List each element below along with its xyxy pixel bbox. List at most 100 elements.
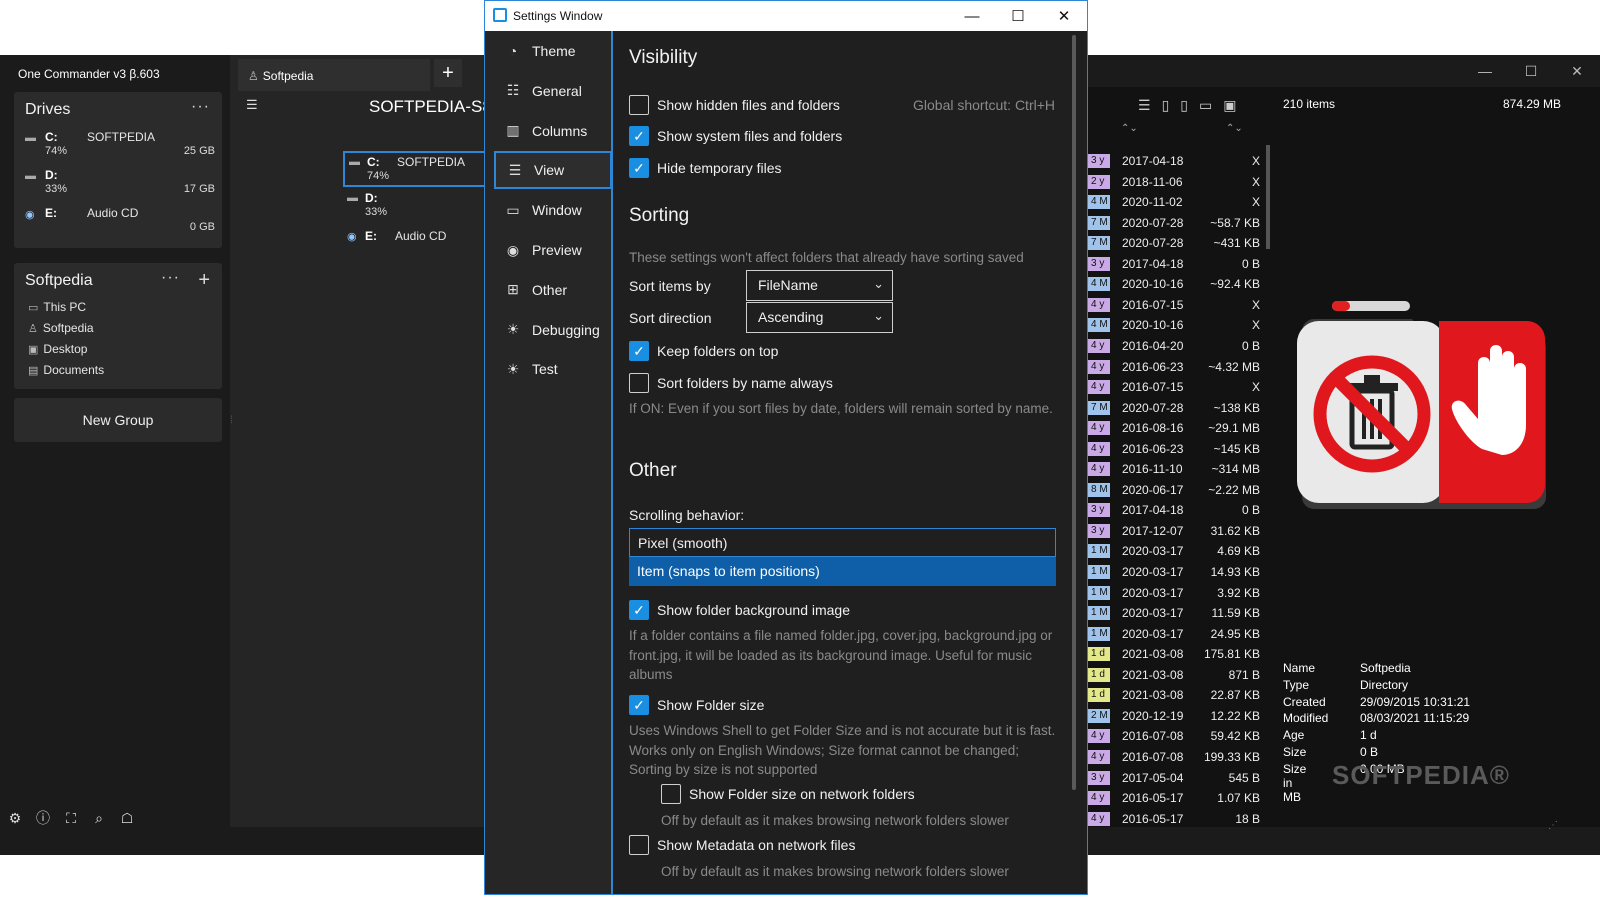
settings-maximize-button[interactable]: ☐: [995, 1, 1041, 31]
sort-date-chevrons[interactable]: ⌃⌄: [1121, 123, 1138, 134]
list-view-icon[interactable]: ☰: [1138, 97, 1151, 114]
pane-drive-e[interactable]: ◉ E: Audio CD: [343, 227, 493, 263]
nav-item-view[interactable]: ☰ View: [494, 151, 612, 190]
pane-drive-d[interactable]: ▬ D: 33%: [343, 189, 493, 225]
show-system-option[interactable]: ✓ Show system files and folders: [629, 126, 842, 146]
pane-splitter[interactable]: ⁞: [230, 415, 234, 465]
file-row[interactable]: 3 y 2017-04-18 X: [1086, 152, 1266, 172]
nav-item-other[interactable]: ⊞ Other: [494, 271, 612, 309]
add-favorite-button[interactable]: +: [198, 269, 210, 292]
resize-grip[interactable]: ⋰: [1548, 820, 1558, 831]
show-size-option[interactable]: ✓ Show Folder size: [629, 695, 764, 715]
file-row[interactable]: 1 d 2021-03-08 175.81 KB: [1086, 645, 1266, 665]
show-size-checkbox[interactable]: ✓: [629, 695, 649, 715]
file-row[interactable]: 4 y 2016-05-17 1.07 KB: [1086, 789, 1266, 809]
file-row[interactable]: 1 M 2020-03-17 24.95 KB: [1086, 625, 1266, 645]
nav-item-preview[interactable]: ◉ Preview: [494, 231, 612, 269]
maximize-button[interactable]: ☐: [1508, 55, 1554, 87]
pane-menu-icon[interactable]: ☰: [246, 97, 258, 113]
file-row[interactable]: 1 M 2020-03-17 11.59 KB: [1086, 604, 1266, 624]
show-hidden-checkbox[interactable]: [629, 95, 649, 115]
sort-by-name-option[interactable]: Sort folders by name always: [629, 373, 833, 393]
file-row[interactable]: 4 M 2020-11-02 X: [1086, 193, 1266, 213]
drive-item-d[interactable]: ▬ D: 33% 17 GB: [25, 168, 215, 202]
scroll-option-pixel[interactable]: Pixel (smooth): [629, 528, 1056, 557]
new-file-icon[interactable]: ▯: [1162, 97, 1170, 114]
sort-size-chevrons[interactable]: ⌃⌄: [1226, 123, 1243, 134]
keep-folders-top-checkbox[interactable]: ✓: [629, 341, 649, 361]
file-row[interactable]: 4 y 2016-06-23 ~4.32 MB: [1086, 358, 1266, 378]
file-row[interactable]: 1 M 2020-03-17 4.69 KB: [1086, 542, 1266, 562]
info-icon[interactable]: ⓘ: [32, 807, 54, 829]
close-button[interactable]: ✕: [1554, 55, 1600, 87]
file-row[interactable]: 4 y 2016-06-23 ~145 KB: [1086, 440, 1266, 460]
nav-item-general[interactable]: ☷ General: [494, 72, 612, 110]
show-system-checkbox[interactable]: ✓: [629, 126, 649, 146]
settings-close-button[interactable]: ✕: [1041, 1, 1087, 31]
hide-temp-checkbox[interactable]: ✓: [629, 158, 649, 178]
show-size-network-checkbox[interactable]: [661, 784, 681, 804]
file-row[interactable]: 4 y 2016-04-20 0 B: [1086, 337, 1266, 357]
search-icon[interactable]: ⌕: [88, 807, 110, 829]
drive-item-e[interactable]: ◉ E: Audio CD 0 GB: [25, 206, 215, 240]
file-row[interactable]: 1 M 2020-03-17 14.93 KB: [1086, 563, 1266, 583]
sort-by-name-checkbox[interactable]: [629, 373, 649, 393]
file-row[interactable]: 4 M 2020-10-16 X: [1086, 316, 1266, 336]
show-hidden-option[interactable]: Show hidden files and folders: [629, 95, 840, 115]
file-row[interactable]: 3 y 2017-05-04 545 B: [1086, 769, 1266, 789]
drive-item-c[interactable]: ▬ C: SOFTPEDIA 74% 25 GB: [25, 130, 215, 164]
nav-item-test[interactable]: ☀ Test: [494, 350, 612, 388]
show-meta-network-checkbox[interactable]: [629, 835, 649, 855]
file-row[interactable]: 2 y 2018-11-06 X: [1086, 173, 1266, 193]
file-row[interactable]: 1 d 2021-03-08 22.87 KB: [1086, 686, 1266, 706]
show-size-network-option[interactable]: Show Folder size on network folders: [661, 784, 915, 804]
show-bg-checkbox[interactable]: ✓: [629, 600, 649, 620]
favorites-menu-button[interactable]: ···: [161, 269, 180, 287]
file-row[interactable]: 4 y 2016-05-17 18 B: [1086, 810, 1266, 830]
sort-direction-dropdown[interactable]: Ascending ⌄: [746, 302, 893, 333]
file-row[interactable]: 4 y 2016-08-16 ~29.1 MB: [1086, 419, 1266, 439]
scroll-option-item[interactable]: Item (snaps to item positions): [629, 557, 1056, 586]
sort-by-dropdown[interactable]: FileName ⌄: [746, 270, 893, 301]
settings-scrollbar[interactable]: [1072, 35, 1076, 790]
show-meta-network-option[interactable]: Show Metadata on network files: [629, 835, 855, 855]
new-group-button[interactable]: New Group: [14, 398, 222, 442]
favorite-item-this-pc[interactable]: ▭ This PC: [28, 300, 86, 314]
file-row[interactable]: 8 M 2020-06-17 ~2.22 MB: [1086, 481, 1266, 501]
file-row[interactable]: 3 y 2017-04-18 0 B: [1086, 501, 1266, 521]
copy-path-icon[interactable]: ▯: [1180, 97, 1188, 114]
nav-item-columns[interactable]: ▥ Columns: [494, 112, 612, 150]
file-row[interactable]: 4 y 2016-07-15 X: [1086, 378, 1266, 398]
show-bg-option[interactable]: ✓ Show folder background image: [629, 600, 850, 620]
file-row[interactable]: 4 y 2016-07-08 199.33 KB: [1086, 748, 1266, 768]
nav-item-debugging[interactable]: ☀ Debugging: [494, 311, 612, 349]
favorite-item-desktop[interactable]: ▣ Desktop: [28, 342, 87, 356]
hide-temp-option[interactable]: ✓ Hide temporary files: [629, 158, 782, 178]
minimize-button[interactable]: —: [1462, 55, 1508, 87]
file-row[interactable]: 7 M 2020-07-28 ~58.7 KB: [1086, 214, 1266, 234]
nav-item-window[interactable]: ▭ Window: [494, 191, 612, 229]
file-row[interactable]: 3 y 2017-12-07 31.62 KB: [1086, 522, 1266, 542]
keep-folders-top-option[interactable]: ✓ Keep folders on top: [629, 341, 778, 361]
file-row[interactable]: 1 M 2020-03-17 3.92 KB: [1086, 584, 1266, 604]
debug-icon[interactable]: ☖: [116, 807, 138, 829]
file-row[interactable]: 7 M 2020-07-28 ~138 KB: [1086, 399, 1266, 419]
favorite-item-documents[interactable]: ▤ Documents: [28, 363, 104, 377]
scrolling-listbox[interactable]: Pixel (smooth) Item (snaps to item posit…: [629, 528, 1056, 587]
drives-menu-button[interactable]: ···: [191, 98, 210, 116]
favorite-item-softpedia[interactable]: ♙ Softpedia: [28, 321, 94, 335]
pane-drive-c[interactable]: ▬ C: SOFTPEDIA 74%: [343, 151, 493, 187]
tab-softpedia[interactable]: ♙ Softpedia: [238, 59, 430, 91]
file-row[interactable]: 3 y 2017-04-18 0 B: [1086, 255, 1266, 275]
file-list-scrollbar[interactable]: [1266, 145, 1270, 249]
fullscreen-icon[interactable]: ⛶: [60, 807, 82, 829]
file-row[interactable]: 4 y 2016-07-08 59.42 KB: [1086, 727, 1266, 747]
add-tab-button[interactable]: +: [434, 59, 462, 87]
file-row[interactable]: 7 M 2020-07-28 ~431 KB: [1086, 234, 1266, 254]
file-row[interactable]: 4 M 2020-10-16 ~92.4 KB: [1086, 275, 1266, 295]
file-row[interactable]: 1 d 2021-03-08 871 B: [1086, 666, 1266, 686]
preview-icon[interactable]: ▭: [1199, 97, 1212, 114]
nav-item-theme[interactable]: ◔ Theme: [494, 32, 612, 70]
settings-minimize-button[interactable]: —: [949, 1, 995, 31]
file-row[interactable]: 2 M 2020-12-19 12.22 KB: [1086, 707, 1266, 727]
